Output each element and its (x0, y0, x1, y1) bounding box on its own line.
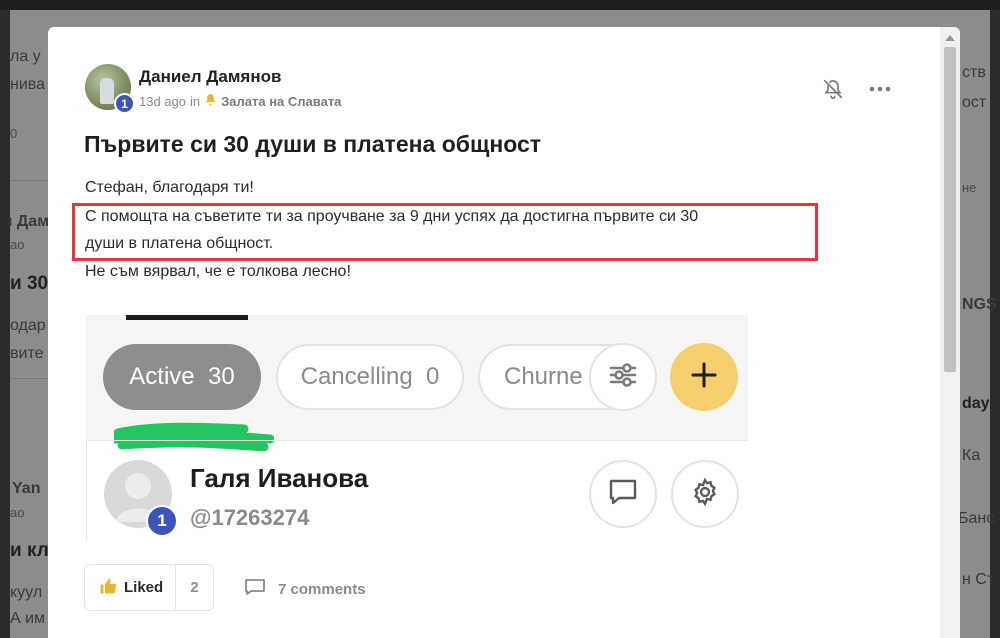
post-body-line: Стефан, благодаря ти! (85, 179, 254, 196)
tab-cancelling-label: Cancelling (300, 363, 413, 390)
backdrop-text: NGS (962, 296, 997, 313)
backdrop-text: ла у (10, 48, 41, 65)
tab-active[interactable]: Active 30 (103, 344, 261, 410)
embed-divider (86, 440, 748, 441)
bell-icon (204, 93, 217, 109)
avatar-figure (100, 78, 114, 104)
bell-off-icon[interactable] (820, 76, 846, 102)
tab-cancelling-count: 0 (426, 363, 440, 390)
backdrop-text: 0 (10, 126, 18, 141)
right-frame (990, 10, 1000, 638)
backdrop-text: н Ст (962, 571, 995, 588)
backdrop-text: Ка (962, 447, 981, 464)
filter-button[interactable] (589, 343, 657, 411)
backdrop-text: ао (10, 237, 25, 252)
sliders-icon (608, 362, 638, 393)
modal-scrollbar[interactable] (940, 27, 960, 638)
backdrop-text: Банс (958, 510, 995, 527)
backdrop-divider (10, 378, 48, 379)
comments-label: 7 comments (278, 580, 366, 598)
message-button[interactable] (589, 460, 657, 528)
backdrop-text: и 30 (10, 273, 49, 294)
backdrop-text: Yan (12, 480, 41, 497)
post-body-line: Не съм вярвал, че е толкова лесно! (85, 263, 351, 280)
post-time: 13d ago (139, 93, 186, 109)
green-scribble (114, 422, 274, 451)
backdrop-divider (10, 180, 48, 181)
backdrop-text: нива (10, 76, 45, 93)
author-name[interactable]: Даниел Дамянов (139, 67, 281, 87)
backdrop-text: ао (10, 505, 25, 520)
liked-label: Liked (124, 579, 164, 596)
group-link[interactable]: Залата на Славата (221, 94, 341, 109)
member-handle: @17263274 (190, 505, 310, 530)
embed-top-bar (126, 315, 248, 320)
member-level-badge: 1 (146, 505, 178, 537)
backdrop-text: вите (10, 345, 44, 362)
backdrop-text: и кл (10, 540, 49, 561)
comment-icon (244, 578, 266, 600)
top-bar (0, 0, 1000, 10)
backdrop-text: ост (962, 94, 987, 111)
likes-count[interactable]: 2 (176, 565, 213, 610)
backdrop-text: ств (962, 64, 986, 81)
backdrop-text: куул (10, 584, 43, 601)
author-level-badge: 1 (114, 93, 135, 114)
scrollbar-thumb[interactable] (944, 47, 956, 372)
liked-section[interactable]: Liked (85, 565, 177, 610)
plus-icon (690, 361, 718, 394)
backdrop-text: ı Дам (8, 213, 50, 230)
member-name[interactable]: Галя Иванова (190, 463, 368, 494)
add-button[interactable] (670, 343, 738, 411)
left-frame (0, 10, 10, 638)
chat-icon (607, 477, 639, 512)
embedded-screenshot: Active 30 Cancelling 0 Churne 1 Галя Ива… (86, 315, 748, 540)
backdrop-text: одар (10, 317, 46, 334)
tab-active-label: Active (129, 363, 195, 390)
meta-in: in (190, 93, 201, 109)
post-title: Първите си 30 души в платена общност (84, 131, 542, 157)
backdrop-text: не (962, 180, 977, 195)
like-button[interactable]: Liked 2 (84, 564, 214, 611)
tab-active-count: 30 (208, 363, 235, 390)
comments-link[interactable]: 7 comments (244, 578, 366, 600)
post-meta: 13d ago in Залата на Славата (139, 93, 341, 109)
scroll-up-arrow-icon[interactable] (945, 35, 955, 41)
more-options-icon[interactable] (866, 79, 894, 99)
gear-icon (690, 477, 720, 512)
post-modal: 1 Даниел Дамянов 13d ago in Залата на Сл… (48, 27, 960, 638)
thumbs-up-icon (99, 577, 117, 599)
backdrop-text: А им (10, 610, 46, 627)
highlight-annotation (72, 203, 818, 261)
tab-churned-label: Churne (504, 363, 583, 390)
member-settings-button[interactable] (671, 460, 739, 528)
tab-cancelling[interactable]: Cancelling 0 (276, 344, 464, 410)
backdrop-text: day (962, 395, 990, 412)
embed-left-rule (86, 441, 87, 540)
